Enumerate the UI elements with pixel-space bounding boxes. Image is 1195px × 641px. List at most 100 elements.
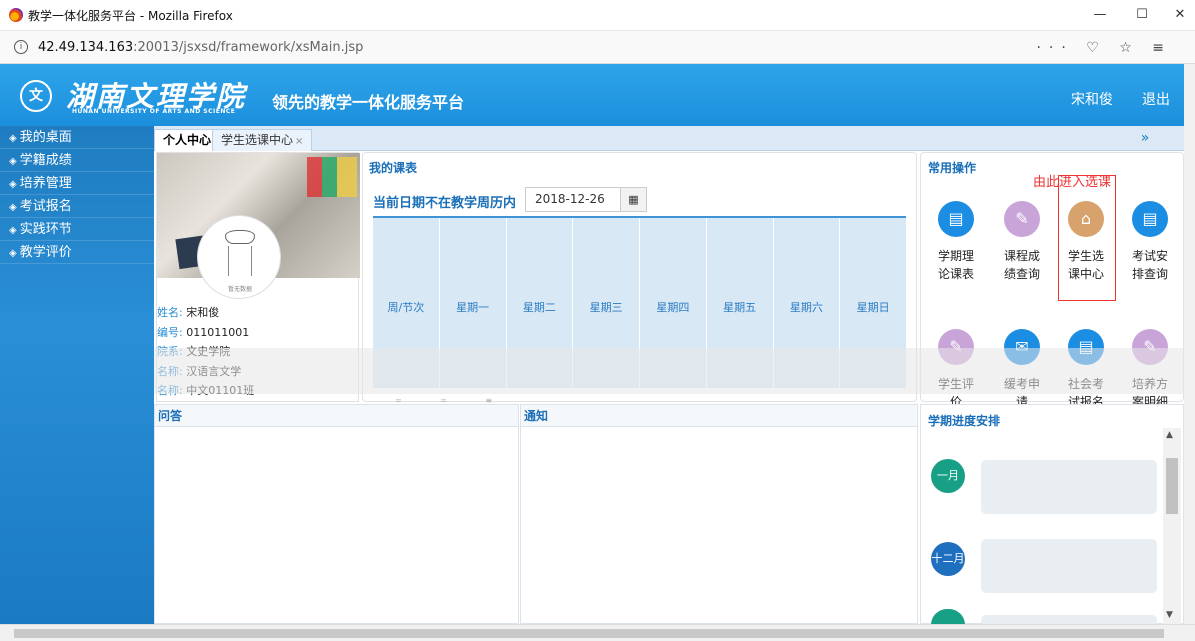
sidebar-item-evaluation[interactable]: ◈ 教学评价 (0, 241, 154, 264)
tab-course-selection[interactable]: 学生选课中心 × (212, 129, 313, 151)
tab-personal-center[interactable]: 个人中心 (154, 129, 221, 151)
profile-row: 院系: 文史学院 (157, 342, 360, 362)
notice-panel: 通知 (520, 404, 918, 624)
close-window-button[interactable]: ✕ (1160, 4, 1195, 26)
sidebar: ◈ 我的桌面 ◈ 学籍成绩 ◈ 培养管理 ◈ 考试报名 ◈ 实践环节 ◈ 教学评价 (0, 126, 154, 624)
op-exam-arrangement[interactable]: ▤ 考试安排查询 (1127, 201, 1173, 283)
sidebar-item-label: 我的桌面 (19, 130, 72, 145)
sidebar-item-label: 考试报名 (19, 199, 72, 214)
chat-icon: ▤ (1132, 201, 1168, 237)
school-seal-icon: 文 (20, 80, 52, 112)
date-input[interactable]: 2018-12-26 (525, 187, 621, 212)
user-name[interactable]: 宋和俊 (1071, 89, 1113, 109)
double-chevron-right-icon[interactable]: » (1133, 127, 1157, 150)
profile-key: 名称: (157, 364, 183, 378)
chevron-icon: ◈ (9, 202, 17, 213)
schedule-header-cell: 星期三 (573, 218, 640, 388)
chevron-icon: ◈ (9, 133, 17, 144)
schedule-header-cell: 星期日 (856, 301, 890, 314)
info-icon[interactable]: i (14, 40, 28, 54)
calendar-icon[interactable]: ▦ (621, 187, 647, 212)
op-label: 学期理论课表 (937, 249, 974, 281)
month-card (981, 539, 1157, 593)
op-social-exam[interactable]: ▤ 社会考试报名 (1063, 329, 1109, 411)
scrollbar-thumb[interactable] (1166, 458, 1178, 514)
profile-info: 姓名: 宋和俊 编号: 011011001 院系: 文史学院 名称: 汉语言文学… (157, 303, 360, 401)
tab-label: 学生选课中心 (221, 133, 294, 147)
sidebar-item-label: 学籍成绩 (19, 153, 72, 168)
scroll-up-icon[interactable]: ▲ (1166, 430, 1173, 440)
op-training-plan[interactable]: ✎ 培养方案明细 (1127, 329, 1173, 411)
op-label: 考试安排查询 (1131, 249, 1168, 281)
op-defer-exam[interactable]: ✉ 缓考申请 (999, 329, 1045, 411)
op-student-evaluation[interactable]: ✎ 学生评价 (933, 329, 979, 411)
month-card (981, 460, 1157, 514)
url-host: 42.49.134.163 (38, 40, 134, 55)
profile-row: 姓名: 宋和俊 (157, 303, 360, 323)
scrollbar-thumb[interactable] (14, 629, 1164, 638)
schedule-header-cell: 星期四 (640, 218, 707, 388)
chevron-icon: ◈ (9, 225, 17, 236)
sidebar-item-training[interactable]: ◈ 培养管理 (0, 172, 154, 195)
profile-key: 院系: (157, 345, 183, 358)
avatar-nodata: 暂无数据 (227, 286, 252, 293)
url-text[interactable]: 42.49.134.163:20013/jsxsd/framework/xsMa… (38, 40, 363, 55)
close-icon[interactable]: × (295, 136, 303, 147)
schedule-header-cell: 星期二 (507, 218, 574, 388)
scroll-down-icon[interactable]: ▼ (1166, 610, 1173, 620)
window-title: 教学一体化服务平台 - Mozilla Firefox (28, 9, 233, 23)
sidebar-item-label: 教学评价 (19, 245, 72, 260)
minimize-button[interactable]: — (1080, 4, 1120, 26)
profile-value: 宋和俊 (186, 306, 220, 319)
profile-value: 汉语言文学 (186, 364, 242, 378)
chat-icon: ▤ (1068, 329, 1104, 365)
op-label: 学生选课中心 (1067, 249, 1104, 281)
month-badge: 一月 (931, 459, 965, 493)
notice-title: 通知 (521, 405, 917, 427)
profile-key: 姓名: (157, 306, 183, 319)
chevron-icon: ◈ (9, 179, 17, 190)
op-course-selection[interactable]: ⌂ 学生选课中心 (1063, 201, 1109, 283)
url-bar[interactable]: i 42.49.134.163:20013/jsxsd/framework/xs… (4, 35, 1184, 60)
platform-slogan: 领先的教学一体化服务平台 (272, 93, 465, 112)
ufo-icon (225, 230, 255, 244)
op-term-schedule[interactable]: ▤ 学期理论课表 (933, 201, 979, 283)
month-badge: 十二月 (931, 542, 965, 576)
browser-titlebar: 教学一体化服务平台 - Mozilla Firefox — ☐ ✕ (0, 0, 1195, 31)
bank-icon: ⌂ (1068, 201, 1104, 237)
pen-icon: ✎ (938, 329, 974, 365)
sidebar-item-label: 培养管理 (19, 176, 72, 191)
page-vertical-scrollbar[interactable] (1184, 64, 1195, 624)
qa-title: 问答 (155, 405, 518, 427)
logout-link[interactable]: 退出 (1142, 89, 1170, 109)
op-grade-query[interactable]: ✎ 课程成绩查询 (999, 201, 1045, 283)
schedule-header-cell: 星期一 (440, 218, 507, 388)
profile-card: 暂无数据 姓名: 宋和俊 编号: 011011001 院系: 文史学院 名称: … (156, 152, 360, 402)
sidebar-item-label: 实践环节 (19, 222, 72, 237)
cover-decoration (307, 157, 357, 197)
pen-icon: ✎ (1132, 329, 1168, 365)
profile-row: 名称: 汉语言文学 (157, 362, 360, 382)
chat-icon: ▤ (938, 201, 974, 237)
sidebar-item-practice[interactable]: ◈ 实践环节 (0, 218, 154, 241)
chevron-icon: ◈ (9, 156, 17, 167)
mail-icon: ✉ (1004, 329, 1040, 365)
maximize-button[interactable]: ☐ (1122, 4, 1162, 26)
sidebar-item-records[interactable]: ◈ 学籍成绩 (0, 149, 154, 172)
profile-value: 中文01101班 (186, 384, 255, 397)
app-header: 文 湖南文理学院 HUNAN UNIVERSITY OF ARTS AND SC… (0, 64, 1184, 126)
progress-scrollbar[interactable]: ▲ ▼ (1163, 428, 1181, 624)
common-ops-panel: 常用操作 由此进入选课 ▤ 学期理论课表 ✎ 课程成绩查询 ⌂ 学生选课中心 ▤… (920, 152, 1184, 409)
month-badge-partial (931, 609, 965, 625)
avatar[interactable]: 暂无数据 (197, 215, 281, 299)
sidebar-item-exam[interactable]: ◈ 考试报名 (0, 195, 154, 218)
chevron-icon: ◈ (9, 248, 17, 259)
browser-navbar: i 42.49.134.163:20013/jsxsd/framework/xs… (0, 31, 1195, 64)
page-horizontal-scrollbar[interactable] (0, 624, 1195, 641)
firefox-icon (9, 8, 23, 22)
profile-key: 名称: (157, 384, 183, 397)
browser-toolbar-icons[interactable]: ··· ♡ ☆ ≡ (1036, 40, 1172, 56)
schedule-header-cell: 星期六 (774, 218, 841, 388)
pen-icon: ✎ (1004, 201, 1040, 237)
sidebar-item-desktop[interactable]: ◈ 我的桌面 (0, 126, 154, 149)
